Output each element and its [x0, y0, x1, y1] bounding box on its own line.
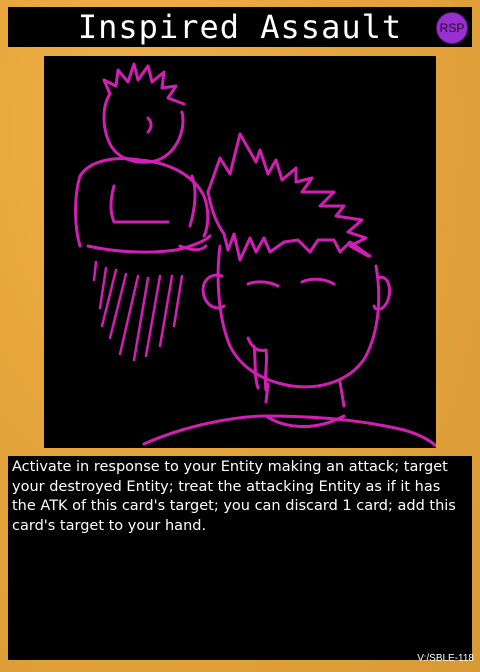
card-artwork — [44, 56, 436, 448]
hatch-lines — [92, 260, 184, 362]
card-title: Inspired Assault — [77, 8, 403, 46]
bg-figure-eye — [146, 116, 153, 134]
bg-figure-body — [78, 157, 210, 238]
fg-figure-shoulders — [142, 414, 436, 448]
fg-figure-eye-left — [246, 280, 280, 288]
bg-figure-arm-left — [74, 174, 82, 248]
fg-figure-ear-right — [372, 275, 392, 311]
bg-figure-head — [102, 92, 185, 164]
fg-figure-head-left — [206, 190, 226, 236]
fg-figure-blood — [252, 344, 269, 392]
fg-figure-nose — [246, 336, 268, 352]
set-code: V:/SBLE-118 — [417, 653, 474, 664]
effect-text-box: Activate in response to your Entity maki… — [8, 456, 472, 660]
bg-figure-hair — [102, 62, 186, 106]
fg-figure-fringe — [222, 232, 372, 262]
bg-figure-arm-right — [188, 174, 197, 228]
line-art-illustration — [74, 62, 436, 448]
card-effect-text: Activate in response to your Entity maki… — [12, 459, 456, 534]
card-frame: Inspired Assault RSP Activate in respons… — [0, 0, 480, 672]
attribute-badge: RSP — [436, 12, 468, 44]
fg-figure-face — [216, 244, 381, 389]
bg-figure-arm-mid — [109, 184, 170, 224]
fg-figure-eye-right — [300, 277, 336, 286]
title-bar: Inspired Assault RSP — [8, 7, 472, 47]
